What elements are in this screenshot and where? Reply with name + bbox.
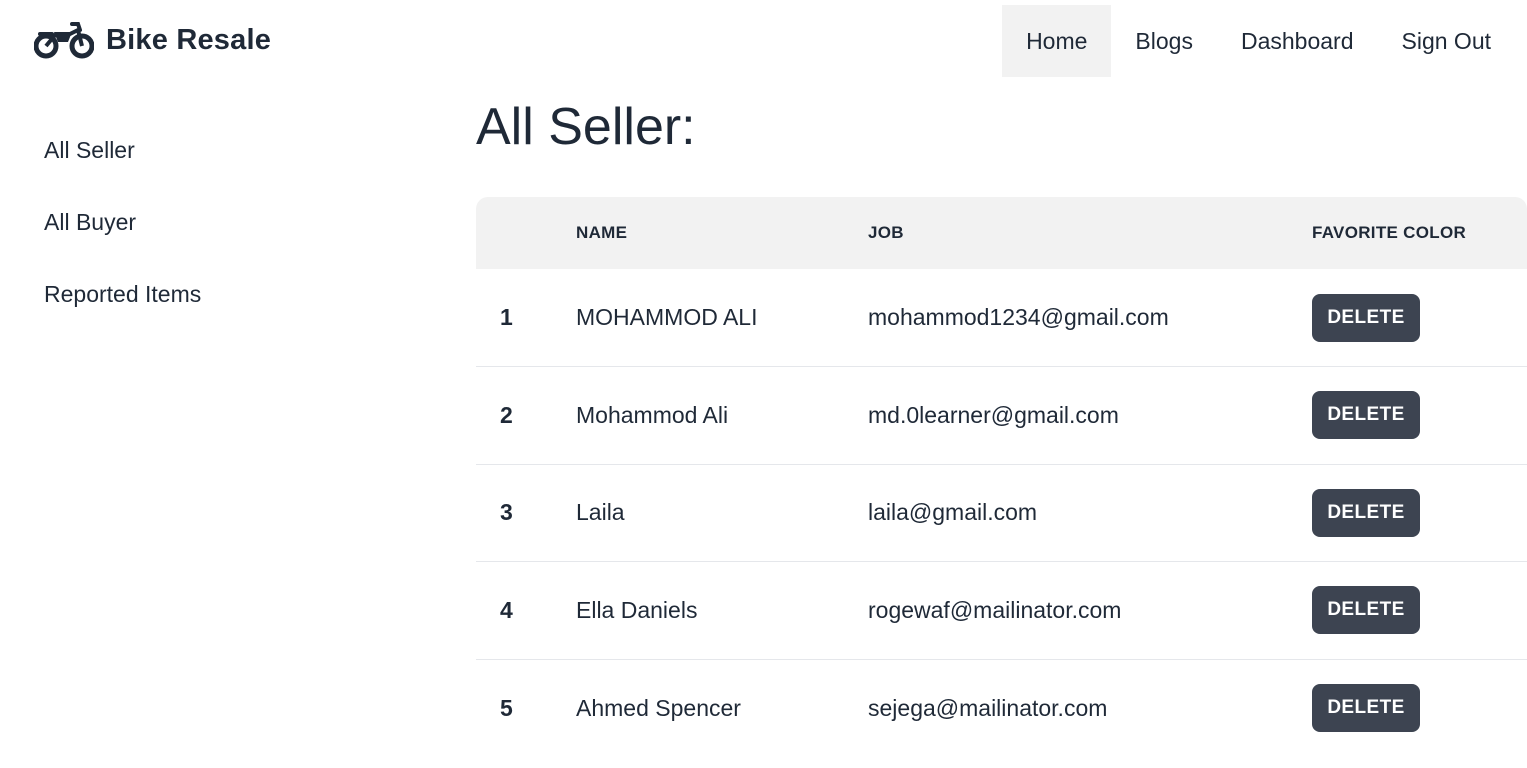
row-name: Ella Daniels [576, 596, 698, 623]
row-index: 3 [500, 499, 513, 526]
brand-name: Bike Resale [106, 23, 272, 56]
row-name: Laila [576, 499, 625, 526]
table-row: 4 Ella Daniels rogewaf@mailinator.com DE… [476, 562, 1527, 659]
row-job: rogewaf@mailinator.com [868, 596, 1122, 623]
sidebar-item-all-seller[interactable]: All Seller [0, 114, 420, 186]
row-index: 4 [500, 596, 513, 623]
sidebar-item-all-buyer[interactable]: All Buyer [0, 186, 420, 258]
table-header-row: NAME JOB FAVORITE COLOR [476, 197, 1527, 269]
nav-link-home[interactable]: Home [1002, 5, 1112, 77]
delete-button[interactable]: DELETE [1312, 488, 1420, 537]
sidebar: All Seller All Buyer Reported Items [0, 114, 420, 330]
row-name: Mohammod Ali [576, 401, 729, 428]
table-row: 5 Ahmed Spencer sejega@mailinator.com DE… [476, 659, 1527, 757]
row-name: MOHAMMOD ALI [576, 304, 758, 330]
brand-logo-link[interactable]: Bike Resale [34, 20, 271, 60]
nav-link-sign-out[interactable]: Sign Out [1378, 5, 1516, 77]
delete-button[interactable]: DELETE [1312, 586, 1420, 635]
header-name: NAME [576, 223, 628, 242]
row-index: 2 [500, 401, 513, 428]
delete-button[interactable]: DELETE [1312, 293, 1420, 342]
main-content: All Seller: NAME JOB FAVORITE COLOR 1 MO… [476, 84, 1527, 732]
row-job: sejega@mailinator.com [868, 694, 1108, 721]
table-row: 1 MOHAMMOD ALI mohammod1234@gmail.com DE… [476, 269, 1527, 367]
row-job: mohammod1234@gmail.com [868, 304, 1169, 330]
delete-button[interactable]: DELETE [1312, 391, 1420, 440]
nav-link-dashboard[interactable]: Dashboard [1217, 5, 1378, 77]
header-favorite-color: FAVORITE COLOR [1312, 223, 1467, 242]
row-job: md.0learner@gmail.com [868, 401, 1119, 428]
sellers-table-container: NAME JOB FAVORITE COLOR 1 MOHAMMOD ALI m… [476, 197, 1527, 757]
top-nav: Home Blogs Dashboard Sign Out [1002, 5, 1515, 77]
header-job: JOB [868, 223, 904, 242]
page-title: All Seller: [476, 98, 696, 156]
table-row: 3 Laila laila@gmail.com DELETE [476, 464, 1527, 562]
header-index [476, 197, 576, 269]
sellers-table: NAME JOB FAVORITE COLOR 1 MOHAMMOD ALI m… [476, 197, 1527, 757]
sidebar-item-reported-items[interactable]: Reported Items [0, 258, 420, 330]
nav-link-blogs[interactable]: Blogs [1111, 5, 1217, 77]
table-row: 2 Mohammod Ali md.0learner@gmail.com DEL… [476, 367, 1527, 464]
row-index: 1 [500, 304, 513, 330]
navbar: Bike Resale Home Blogs Dashboard Sign Ou… [0, 0, 1527, 84]
row-index: 5 [500, 694, 513, 721]
delete-button[interactable]: DELETE [1312, 684, 1420, 732]
motorcycle-icon [34, 20, 94, 60]
row-name: Ahmed Spencer [576, 694, 741, 721]
row-job: laila@gmail.com [868, 499, 1038, 526]
